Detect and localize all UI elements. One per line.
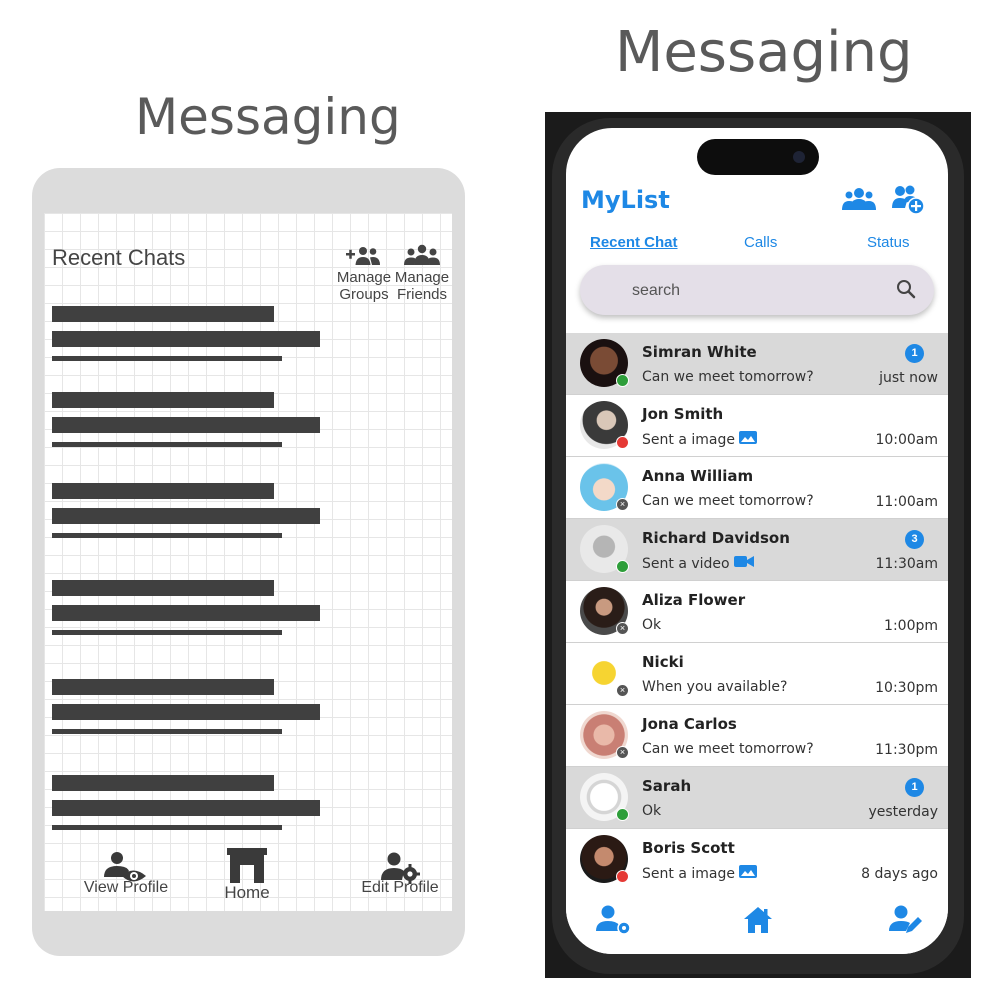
message-text: Can we meet tomorrow? bbox=[642, 493, 814, 509]
manage-friends-button[interactable]: Manage Friends bbox=[390, 243, 452, 303]
message-time: 11:30am bbox=[875, 556, 938, 572]
message-text: Sent a image bbox=[642, 431, 735, 448]
add-friend-icon[interactable] bbox=[891, 184, 927, 221]
group-icon[interactable] bbox=[841, 186, 877, 217]
search-bar bbox=[580, 265, 934, 317]
offline-status-dot: × bbox=[616, 622, 629, 635]
manage-groups-label-1: Manage bbox=[336, 269, 392, 286]
offline-status-dot: × bbox=[616, 498, 629, 511]
contact-name: Boris Scott bbox=[642, 839, 735, 857]
profile-icon[interactable] bbox=[594, 904, 634, 941]
wireframe-screen: Recent Chats Manage Groups Manage Friend… bbox=[44, 213, 452, 911]
message-preview: Can we meet tomorrow? bbox=[642, 741, 814, 757]
message-preview: Ok bbox=[642, 803, 661, 819]
manage-groups-button[interactable]: Manage Groups bbox=[332, 243, 396, 303]
offline-status-dot: × bbox=[616, 684, 629, 697]
wireframe-title: Messaging bbox=[135, 88, 401, 146]
edit-profile-icon[interactable] bbox=[888, 904, 924, 941]
contact-name: Simran White bbox=[642, 343, 757, 361]
edit-profile-label: Edit Profile bbox=[361, 879, 439, 896]
chat-row[interactable]: × Nicki When you available? 10:30pm bbox=[566, 643, 948, 705]
video-icon bbox=[733, 555, 754, 572]
message-preview: Can we meet tomorrow? bbox=[642, 493, 814, 509]
message-text: Can we meet tomorrow? bbox=[642, 741, 814, 757]
tab-status[interactable]: Status bbox=[867, 234, 910, 251]
busy-status-dot bbox=[616, 870, 629, 883]
chat-row[interactable]: Richard Davidson 3 Sent a video 11:30am bbox=[566, 519, 948, 581]
chat-row[interactable]: Jon Smith Sent a image 10:00am bbox=[566, 395, 948, 457]
home-icon[interactable] bbox=[742, 904, 774, 941]
message-preview: Sent a video bbox=[642, 555, 754, 572]
search-input[interactable] bbox=[580, 265, 934, 317]
tab-recent-chat[interactable]: Recent Chat bbox=[590, 234, 678, 251]
view-profile-button[interactable]: View Profile bbox=[76, 851, 176, 897]
message-preview: When you available? bbox=[642, 679, 787, 695]
message-time: 10:30pm bbox=[875, 680, 938, 696]
message-time: 8 days ago bbox=[861, 866, 938, 882]
message-text: When you available? bbox=[642, 679, 788, 695]
manage-groups-label-2: Groups bbox=[339, 286, 389, 303]
image-icon bbox=[738, 431, 757, 448]
chat-row[interactable]: × Anna William Can we meet tomorrow? 11:… bbox=[566, 457, 948, 519]
home-icon bbox=[212, 847, 282, 883]
message-time: 11:30pm bbox=[875, 742, 938, 758]
message-text: Sent a image bbox=[642, 865, 735, 882]
edit-profile-button[interactable]: Edit Profile bbox=[350, 851, 450, 897]
contact-name: Jona Carlos bbox=[642, 715, 737, 733]
unread-badge: 1 bbox=[905, 344, 924, 363]
image-icon bbox=[738, 865, 757, 882]
offline-status-dot: × bbox=[616, 746, 629, 759]
online-status-dot bbox=[616, 374, 629, 387]
message-preview: Ok bbox=[642, 617, 661, 633]
busy-status-dot bbox=[616, 436, 629, 449]
message-text: Ok bbox=[642, 803, 662, 819]
message-preview: Sent a image bbox=[642, 431, 757, 448]
contact-name: Richard Davidson bbox=[642, 529, 790, 547]
manage-friends-label-2: Friends bbox=[396, 286, 448, 303]
message-text: Sent a video bbox=[642, 555, 730, 572]
chat-row[interactable]: Boris Scott Sent a image 8 days ago bbox=[566, 829, 948, 890]
tab-calls[interactable]: Calls bbox=[744, 234, 777, 251]
message-time: just now bbox=[879, 370, 938, 386]
friends-icon bbox=[390, 243, 452, 269]
view-profile-label: View Profile bbox=[83, 879, 169, 896]
dynamic-island bbox=[697, 139, 819, 175]
camera-icon bbox=[793, 151, 805, 163]
online-status-dot bbox=[616, 560, 629, 573]
add-group-icon bbox=[332, 243, 396, 269]
manage-friends-label-1: Manage bbox=[394, 269, 450, 286]
message-time: 10:00am bbox=[875, 432, 938, 448]
bottom-nav bbox=[566, 896, 948, 954]
message-time: 1:00pm bbox=[884, 618, 938, 634]
contact-name: Anna William bbox=[642, 467, 754, 485]
chat-row[interactable]: Sarah 1 Ok yesterday bbox=[566, 767, 948, 829]
contact-name: Sarah bbox=[642, 777, 692, 795]
chat-row[interactable]: × Jona Carlos Can we meet tomorrow? 11:3… bbox=[566, 705, 948, 767]
message-text: Can we meet tomorrow? bbox=[642, 369, 814, 385]
wireframe-heading: Recent Chats bbox=[52, 245, 186, 270]
message-preview: Sent a image bbox=[642, 865, 757, 882]
home-label: Home bbox=[224, 883, 270, 902]
mockup-title: Messaging bbox=[615, 20, 913, 85]
message-time: yesterday bbox=[868, 804, 938, 820]
contact-name: Jon Smith bbox=[642, 405, 724, 423]
message-time: 11:00am bbox=[875, 494, 938, 510]
contact-name: Nicki bbox=[642, 653, 684, 671]
wireframe-bottom-nav: View Profile Home Edit Profile bbox=[44, 841, 452, 911]
search-icon[interactable] bbox=[896, 279, 916, 304]
unread-badge: 3 bbox=[905, 530, 924, 549]
chat-list: Simran White 1 Can we meet tomorrow? jus… bbox=[566, 333, 948, 890]
phone-screen: MyList Recent Chat Calls Status Simran W… bbox=[566, 128, 948, 954]
wireframe-phone: Recent Chats Manage Groups Manage Friend… bbox=[32, 168, 465, 956]
online-status-dot bbox=[616, 808, 629, 821]
home-button[interactable]: Home bbox=[212, 847, 282, 903]
app-title: MyList bbox=[581, 186, 670, 214]
unread-badge: 1 bbox=[905, 778, 924, 797]
chat-row[interactable]: × Aliza Flower Ok 1:00pm bbox=[566, 581, 948, 643]
chat-row[interactable]: Simran White 1 Can we meet tomorrow? jus… bbox=[566, 333, 948, 395]
message-preview: Can we meet tomorrow? bbox=[642, 369, 814, 385]
message-text: Ok bbox=[642, 617, 662, 633]
contact-name: Aliza Flower bbox=[642, 591, 746, 609]
